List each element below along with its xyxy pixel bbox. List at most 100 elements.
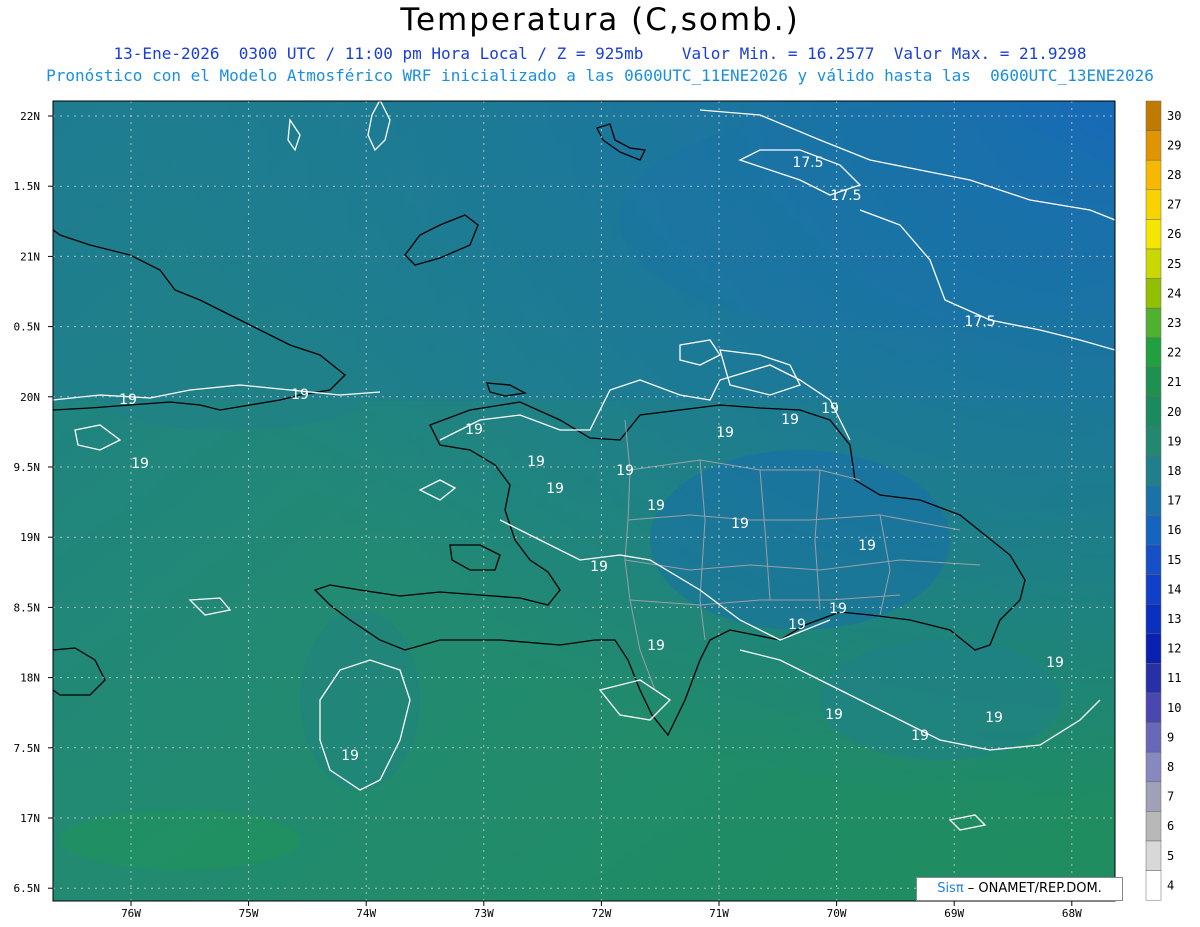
colorbar-cell bbox=[1145, 751, 1162, 783]
contour-label: 17.5 bbox=[830, 188, 861, 204]
colorbar-label: 11 bbox=[1167, 671, 1181, 685]
lon-label: 73W bbox=[474, 907, 494, 920]
colorbar-label: 13 bbox=[1167, 612, 1181, 626]
colorbar-cell bbox=[1145, 485, 1162, 516]
longitude-labels: 76W 75W 74W 73W 72W 71W 70W 69W 68W bbox=[121, 901, 1082, 920]
jamaica-west bbox=[53, 634, 54, 635]
colorbar-cell bbox=[1145, 692, 1162, 723]
colorbar-cell bbox=[1145, 870, 1162, 901]
colorbar-label: 16 bbox=[1167, 523, 1181, 537]
contour-label: 19 bbox=[647, 638, 665, 654]
lat-label: 7.5N bbox=[14, 742, 41, 755]
colorbar-label: 30 bbox=[1167, 109, 1181, 123]
warm-patch-southwest bbox=[60, 810, 300, 870]
contour-label: 19 bbox=[1046, 655, 1064, 671]
colorbar-label: 18 bbox=[1167, 464, 1181, 478]
colorbar-label: 7 bbox=[1167, 790, 1174, 804]
contour-label: 19 bbox=[647, 498, 665, 514]
cool-patch-hispaniola-east bbox=[650, 450, 950, 630]
lat-label: 19N bbox=[20, 531, 40, 544]
colorbar-label: 25 bbox=[1167, 257, 1181, 271]
colorbar-cell bbox=[1145, 574, 1162, 605]
contour-label: 19 bbox=[788, 617, 806, 633]
lon-label: 70W bbox=[827, 907, 847, 920]
lat-label: 1.5N bbox=[14, 180, 41, 193]
contour-label: 17.5 bbox=[792, 155, 823, 171]
colorbar-label: 6 bbox=[1167, 819, 1174, 833]
colorbar-label: 26 bbox=[1167, 227, 1181, 241]
contour-label: 19 bbox=[291, 387, 309, 403]
colorbar-cell bbox=[1145, 722, 1162, 753]
contour-label: 19 bbox=[465, 422, 483, 438]
colorbar-cell bbox=[1145, 840, 1162, 871]
colorbar-label: 27 bbox=[1167, 198, 1181, 212]
colorbar-label: 5 bbox=[1167, 849, 1174, 863]
lat-label: 20N bbox=[20, 391, 40, 404]
contour-label: 19 bbox=[858, 538, 876, 554]
lat-label: 17N bbox=[20, 812, 40, 825]
colorbar-cell bbox=[1145, 633, 1162, 664]
contour-label: 19 bbox=[731, 516, 749, 532]
colorbar-label: 21 bbox=[1167, 375, 1181, 389]
colorbar-cell bbox=[1145, 367, 1162, 398]
colorbar-cell bbox=[1145, 337, 1162, 368]
colorbar-label: 10 bbox=[1167, 701, 1181, 715]
latitude-labels: 22N 1.5N 21N 0.5N 20N 9.5N 19N 8.5N 18N 7.5N 17N 6.… bbox=[14, 110, 53, 895]
lat-label: 22N bbox=[20, 110, 40, 123]
colorbar-label: 23 bbox=[1167, 316, 1181, 330]
cool-patch-south bbox=[300, 610, 420, 790]
lon-label: 72W bbox=[591, 907, 611, 920]
lat-label: 21N bbox=[20, 250, 40, 263]
colorbar-cell bbox=[1145, 159, 1162, 191]
colorbar-label: 8 bbox=[1167, 760, 1174, 774]
contour-label: 17.5 bbox=[964, 314, 995, 330]
lat-label: 0.5N bbox=[14, 321, 41, 334]
colorbar-cell bbox=[1145, 248, 1162, 279]
colorbar-cell bbox=[1145, 426, 1162, 457]
contour-label: 19 bbox=[911, 728, 929, 744]
lat-label: 8.5N bbox=[14, 601, 41, 614]
colorbar-cell bbox=[1145, 603, 1162, 635]
colorbar-cell bbox=[1145, 544, 1162, 575]
colorbar-label: 14 bbox=[1167, 582, 1181, 596]
contour-label: 19 bbox=[131, 456, 149, 472]
credit-text: – ONAMET/REP.DOM. bbox=[963, 881, 1102, 896]
lon-label: 69W bbox=[944, 907, 964, 920]
lat-label: 18N bbox=[20, 672, 40, 685]
colorbar-cell bbox=[1145, 663, 1162, 694]
contour-label: 19 bbox=[527, 454, 545, 470]
colorbar-label: 15 bbox=[1167, 553, 1181, 567]
colorbar-label: 20 bbox=[1167, 405, 1181, 419]
contour-label: 19 bbox=[546, 481, 564, 497]
lat-label: 9.5N bbox=[14, 461, 41, 474]
cool-patch-atlantic bbox=[620, 110, 1115, 330]
lon-label: 71W bbox=[709, 907, 729, 920]
contour-label: 19 bbox=[716, 425, 734, 441]
colorbar: 30 29 28 27 26 25 24 23 22 21 20 19 18 17 16 15 14 13 12 11… bbox=[1145, 100, 1181, 901]
cool-patch-cuba bbox=[100, 370, 360, 430]
colorbar-cell bbox=[1145, 130, 1162, 161]
colorbar-label: 24 bbox=[1167, 286, 1181, 300]
colorbar-cell bbox=[1145, 189, 1162, 220]
contour-label: 19 bbox=[821, 401, 839, 417]
colorbar-label: 22 bbox=[1167, 346, 1181, 360]
contour-label: 19 bbox=[616, 463, 634, 479]
credit-box: Sisπ – ONAMET/REP.DOM. bbox=[916, 877, 1123, 901]
lon-label: 68W bbox=[1062, 907, 1082, 920]
plot-area: 17.517.517.519 19191919191919191919191919… bbox=[53, 101, 1115, 901]
colorbar-cell bbox=[1145, 781, 1162, 812]
colorbar-label: 28 bbox=[1167, 168, 1181, 182]
temperature-map: 17.5 17.5 17.5 19 19 19 19 19 19 19 19 19 19 19 19 19 19… bbox=[14, 100, 1181, 920]
colorbar-label: 17 bbox=[1167, 494, 1181, 508]
colorbar-cell bbox=[1145, 278, 1162, 309]
cool-patch-caribbean bbox=[820, 640, 1060, 760]
lon-label: 74W bbox=[356, 907, 376, 920]
contour-label: 19 bbox=[119, 392, 137, 408]
contour-label: 19 bbox=[590, 559, 608, 575]
contour-label: 19 bbox=[341, 748, 359, 764]
lat-label: 6.5N bbox=[14, 882, 41, 895]
colorbar-label: 12 bbox=[1167, 642, 1181, 656]
contour-label: 19 bbox=[825, 707, 843, 723]
colorbar-cell bbox=[1145, 219, 1162, 250]
colorbar-label: 19 bbox=[1167, 434, 1181, 448]
